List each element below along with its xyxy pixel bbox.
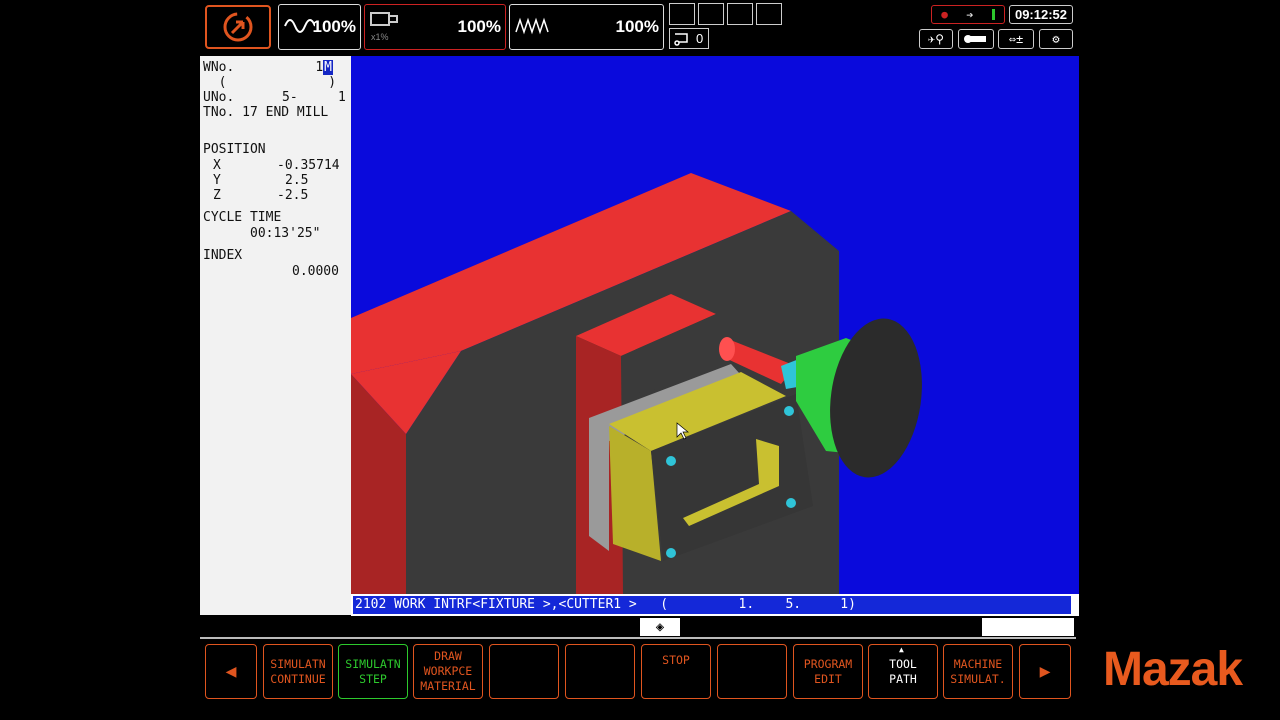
- uno-value: 5-: [282, 90, 298, 105]
- diamond-grip-icon: ◈: [655, 619, 665, 635]
- fkey-machine-simulat[interactable]: MACHINE SIMULAT.: [943, 644, 1013, 699]
- gear-button[interactable]: ⚙: [1039, 29, 1073, 49]
- spindle-icon: [370, 12, 398, 26]
- fkey-blank-1[interactable]: [489, 644, 559, 699]
- y-label: Y: [213, 173, 221, 188]
- menu-scrollbar[interactable]: ◈: [200, 617, 1076, 637]
- override-feed[interactable]: 100%: [278, 4, 361, 50]
- status-indicator[interactable]: ● ➔: [931, 5, 1005, 24]
- map-pin-button[interactable]: ✈⚲: [919, 29, 953, 49]
- wrench-icon: [964, 35, 986, 43]
- fkey-simulatn-continue[interactable]: SIMULATN CONTINUE: [263, 644, 333, 699]
- zigzag-wave-icon: [515, 17, 549, 35]
- fkey-label: MACHINE SIMULAT.: [950, 656, 1006, 686]
- fkey-label: DRAW WORKPCE MATERIAL: [420, 649, 476, 693]
- simulation-viewport[interactable]: [351, 56, 1079, 594]
- wno-value: 1M: [315, 60, 333, 75]
- scroll-end-area: [982, 618, 1074, 636]
- index-label: INDEX: [203, 248, 243, 263]
- alarm-message: 2102 WORK INTRF<FIXTURE >,<CUTTER1 > ( 1…: [353, 596, 1071, 614]
- fkey-program-edit[interactable]: PROGRAM EDIT: [793, 644, 863, 699]
- info-panel: WNo. 1M ( ) UNo. 5- 1 TNo. 17 END MILL P…: [200, 56, 351, 615]
- wno-label: WNo.: [203, 60, 235, 75]
- fkey-label: SIMULATN STEP: [345, 656, 401, 686]
- bolt-hole-2: [784, 406, 794, 416]
- x-value: -0.35714: [277, 158, 340, 173]
- x-label: X: [213, 158, 221, 173]
- machine-3d-view: [351, 173, 922, 594]
- bolt-hole-1: [666, 456, 676, 466]
- position-label: POSITION: [203, 142, 266, 157]
- scroll-thumb[interactable]: ◈: [640, 618, 680, 636]
- signal-bar-icon: [991, 9, 995, 20]
- run-arrow-icon: ➔: [966, 7, 974, 22]
- fkey-stop[interactable]: STOP: [641, 644, 711, 699]
- cycle-time-value: 00:13'25": [250, 226, 321, 241]
- home-button[interactable]: [205, 5, 271, 49]
- cutter-shank-end: [719, 337, 735, 361]
- index-value: 0.0000: [292, 264, 339, 279]
- settings-slider-button[interactable]: ⇔±: [998, 29, 1034, 49]
- alarm-dot-icon: ●: [941, 8, 948, 21]
- bolt-hole-3: [666, 548, 676, 558]
- fkey-label: PROGRAM EDIT: [803, 656, 853, 686]
- fkey-label: SIMULATN CONTINUE: [270, 656, 326, 686]
- home-icon: [223, 12, 253, 42]
- sine-wave-icon: [284, 19, 315, 33]
- fkey-draw-workpce-material[interactable]: DRAW WORKPCE MATERIAL: [413, 644, 483, 699]
- wno-comment: ( ): [203, 75, 337, 90]
- counter-icon: [674, 32, 688, 46]
- gear-icon: ⚙: [1052, 32, 1060, 46]
- uno-value-2: 1: [338, 90, 346, 105]
- fkey-blank-2[interactable]: [565, 644, 635, 699]
- slot-box-4[interactable]: [756, 3, 782, 25]
- divider: [200, 637, 1076, 639]
- menu-prev-button[interactable]: ◀: [205, 644, 257, 699]
- slot-box-1[interactable]: [669, 3, 695, 25]
- override-spindle-value: 100%: [457, 17, 501, 36]
- alarm-message-bar: 2102 WORK INTRF<FIXTURE >,<CUTTER1 > ( 1…: [351, 594, 1079, 616]
- override-rapid[interactable]: 100%: [509, 4, 664, 50]
- fkey-label: STOP: [662, 653, 690, 667]
- fkey-label: TOOL PATH: [889, 656, 917, 686]
- fkey-blank-3[interactable]: [717, 644, 787, 699]
- menu-next-button[interactable]: ▶: [1019, 644, 1071, 699]
- clock: 09:12:52: [1009, 5, 1073, 24]
- counter-display[interactable]: 0: [669, 28, 709, 49]
- tno-line: TNo. 17 END MILL: [203, 105, 329, 120]
- tool-button[interactable]: [958, 29, 994, 49]
- fkey-simulatn-step[interactable]: SIMULATN STEP: [338, 644, 408, 699]
- z-label: Z: [213, 188, 221, 203]
- triangle-right-icon: ▶: [1039, 661, 1051, 682]
- slot-box-2[interactable]: [698, 3, 724, 25]
- uno-label: UNo.: [203, 90, 235, 105]
- override-rapid-value: 100%: [615, 17, 659, 36]
- slot-box-3[interactable]: [727, 3, 753, 25]
- counter-value: 0: [696, 31, 704, 46]
- sliders-icon: ⇔±: [1008, 32, 1024, 46]
- bolt-hole-4: [786, 498, 796, 508]
- map-pin-icon: ✈⚲: [927, 32, 944, 46]
- fkey-tool-path[interactable]: ▲ TOOL PATH: [868, 644, 938, 699]
- triangle-left-icon: ◀: [225, 661, 237, 682]
- mazak-logo: Mazak: [1103, 643, 1243, 696]
- triangle-up-icon: ▲: [899, 645, 904, 654]
- override-spindle-sub: x1%: [371, 32, 389, 42]
- z-value: -2.5: [277, 188, 309, 203]
- override-spindle[interactable]: x1% 100%: [364, 4, 506, 50]
- cycle-time-label: CYCLE TIME: [203, 210, 282, 225]
- y-value: 2.5: [285, 173, 309, 188]
- override-feed-value: 100%: [312, 17, 356, 36]
